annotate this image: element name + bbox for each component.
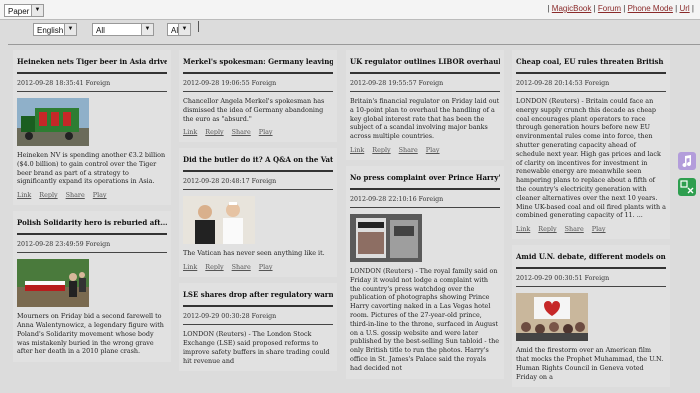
article-meta: 2012-09-29 00:30:28 Foreign xyxy=(183,313,333,326)
link-phone-mode[interactable]: Phone Mode xyxy=(628,4,673,13)
article-title[interactable]: Polish Solidarity hero is reburied aft… xyxy=(17,218,167,236)
top-links: | MagicBook | Forum | Phone Mode | Url | xyxy=(547,4,694,13)
link-button[interactable]: Link xyxy=(17,191,31,199)
article-title[interactable]: Cheap coal, EU rules threaten British … xyxy=(516,57,666,74)
funeral-image[interactable] xyxy=(17,259,89,308)
link-button[interactable]: Link xyxy=(183,263,197,271)
article-actions: Link Reply Share Play xyxy=(17,191,167,199)
news-card: Merkel's spokesman: Germany leaving eu… … xyxy=(179,50,337,143)
news-card: No press complaint over Prince Harry's… … xyxy=(346,165,504,379)
header-divider xyxy=(8,44,700,45)
link-forum[interactable]: Forum xyxy=(598,4,621,13)
news-column-1: Heineken nets Tiger beer in Asia drive 2… xyxy=(13,50,171,368)
link-magicbook[interactable]: MagicBook xyxy=(552,4,592,13)
reply-button[interactable]: Reply xyxy=(372,146,390,154)
news-column-3: UK regulator outlines LIBOR overhaul 201… xyxy=(346,50,504,385)
translate-icon[interactable] xyxy=(678,178,696,196)
news-card: Cheap coal, EU rules threaten British … … xyxy=(512,50,670,240)
reply-button[interactable]: Reply xyxy=(39,191,57,199)
chevron-down-icon: ▼ xyxy=(64,24,76,35)
article-meta: 2012-09-28 19:55:57 Foreign xyxy=(350,80,500,92)
article-body: LONDON (Reuters) - The royal family said… xyxy=(350,266,500,372)
share-button[interactable]: Share xyxy=(399,146,418,154)
chevron-down-icon: ▼ xyxy=(31,5,43,16)
play-button[interactable]: Play xyxy=(259,128,273,136)
reply-button[interactable]: Reply xyxy=(205,128,223,136)
news-column-2: Merkel's spokesman: Germany leaving eu… … xyxy=(179,50,337,377)
news-card: Heineken nets Tiger beer in Asia drive 2… xyxy=(13,50,171,206)
news-card: Polish Solidarity hero is reburied aft… … xyxy=(13,211,171,363)
news-card: UK regulator outlines LIBOR overhaul 201… xyxy=(346,50,504,160)
article-body: Heineken NV is spending another €3.2 bil… xyxy=(17,151,166,186)
beer-truck-image[interactable] xyxy=(17,98,89,146)
article-title[interactable]: UK regulator outlines LIBOR overhaul xyxy=(350,57,500,74)
article-meta: 2012-09-28 23:49:59 Foreign xyxy=(17,241,167,254)
article-body: Amid the firestorm over an American film… xyxy=(516,346,664,381)
mode-select-value: Paper xyxy=(8,7,30,16)
article-actions: Link Reply Share Play xyxy=(350,146,500,154)
article-title[interactable]: LSE shares drop after regulatory warning xyxy=(183,290,333,308)
play-button[interactable]: Play xyxy=(592,225,606,233)
article-body: Britain's financial regulator on Friday … xyxy=(350,97,500,141)
protest-image[interactable] xyxy=(516,293,588,342)
magazine-image[interactable] xyxy=(350,213,422,262)
article-body: The Vatican has never seen anything like… xyxy=(183,249,325,258)
link-url[interactable]: Url xyxy=(679,4,689,13)
article-title[interactable]: Merkel's spokesman: Germany leaving eu… xyxy=(183,57,333,74)
share-button[interactable]: Share xyxy=(565,225,584,233)
play-button[interactable]: Play xyxy=(259,263,273,271)
category-select[interactable]: All ▼ xyxy=(92,23,154,36)
article-title[interactable]: Amid U.N. debate, different models on … xyxy=(516,252,666,270)
article-actions: Link Reply Share Play xyxy=(183,263,333,271)
article-meta: 2012-09-29 00:30:51 Foreign xyxy=(516,275,666,288)
link-button[interactable]: Link xyxy=(350,146,364,154)
article-body: Chancellor Angela Merkel's spokesman has… xyxy=(183,97,325,123)
mode-select[interactable]: Paper ▼ xyxy=(4,4,44,17)
share-button[interactable]: Share xyxy=(66,191,85,199)
play-button[interactable]: Play xyxy=(426,146,440,154)
article-title[interactable]: No press complaint over Prince Harry's… xyxy=(350,173,500,190)
article-body: LONDON (Reuters) - The London Stock Exch… xyxy=(183,330,330,365)
article-title[interactable]: Did the butler do it? A Q&A on the Vat… xyxy=(183,155,333,173)
article-meta: 2012-09-28 22:10:16 Foreign xyxy=(350,196,500,208)
language-select-value: English xyxy=(37,26,64,35)
side-toolbar xyxy=(678,152,698,204)
article-actions: Link Reply Share Play xyxy=(516,225,666,233)
article-meta: 2012-09-28 20:14:53 Foreign xyxy=(516,80,666,92)
filter-bar: English ▼ All ▼ All ▼ xyxy=(0,20,700,38)
top-toolbar: Paper ▼ | MagicBook | Forum | Phone Mode… xyxy=(0,0,700,20)
reply-button[interactable]: Reply xyxy=(538,225,556,233)
news-card: Did the butler do it? A Q&A on the Vat… … xyxy=(179,148,337,278)
article-meta: 2012-09-28 20:48:17 Foreign xyxy=(183,178,333,191)
article-title[interactable]: Heineken nets Tiger beer in Asia drive xyxy=(17,57,167,74)
category-select-value: All xyxy=(96,26,105,35)
language-select[interactable]: English ▼ xyxy=(33,23,77,36)
article-actions: Link Reply Share Play xyxy=(183,128,333,136)
article-body: Mourners on Friday bid a second farewell… xyxy=(17,312,164,356)
article-meta: 2012-09-28 19:06:55 Foreign xyxy=(183,80,333,92)
play-button[interactable]: Play xyxy=(93,191,107,199)
news-card: LSE shares drop after regulatory warning… xyxy=(179,283,337,372)
filter-separator xyxy=(198,21,199,32)
share-button[interactable]: Share xyxy=(232,263,251,271)
page-select[interactable]: All ▼ xyxy=(167,23,191,36)
news-column-4: Cheap coal, EU rules threaten British … … xyxy=(512,50,670,393)
link-button[interactable]: Link xyxy=(183,128,197,136)
article-meta: 2012-09-28 18:35:41 Foreign xyxy=(17,80,167,92)
share-button[interactable]: Share xyxy=(232,128,251,136)
chevron-down-icon: ▼ xyxy=(141,24,153,35)
music-icon[interactable] xyxy=(678,152,696,170)
chevron-down-icon: ▼ xyxy=(178,24,190,35)
link-button[interactable]: Link xyxy=(516,225,530,233)
news-card: Amid U.N. debate, different models on … … xyxy=(512,245,670,388)
reply-button[interactable]: Reply xyxy=(205,263,223,271)
article-body: LONDON (Reuters) - Britain could face an… xyxy=(516,97,666,220)
pope-image[interactable] xyxy=(183,196,255,245)
